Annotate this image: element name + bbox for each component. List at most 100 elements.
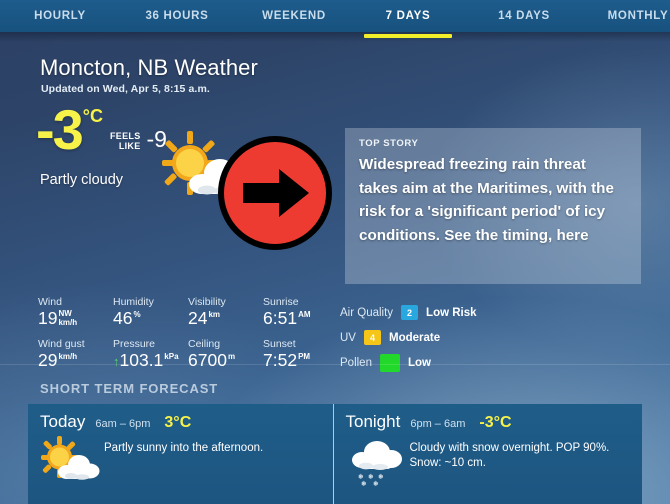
metric-sunrise-time: 6:51 [263,308,298,328]
short-term-forecast-cards: Today 6am – 6pm 3°C Partly sunny into th… [28,404,642,504]
feels-like-label: FEELS LIKE [110,131,141,151]
forecast-range-tabs[interactable]: HOURLY 36 HOURS WEEKEND 7 DAYS 14 DAYS M… [0,0,670,38]
metric-ceiling-number: 6700 [188,350,227,370]
metric-visibility-value: 24km [188,309,263,328]
forecast-today-temp: 3°C [164,414,192,431]
current-temperature-value: -3 [36,98,84,161]
metric-visibility-label: Visibility [188,296,226,308]
updated-timestamp: Updated on Wed, Apr 5, 8:15 a.m. [41,83,210,95]
metrics-row: Wind gust 29km/h Pressure ↑103.1kPa Ceil… [38,338,338,371]
forecast-today-range: 6am – 6pm [95,418,151,430]
metric-wind-gust-number: 29 [38,350,58,370]
metric-sunset: Sunset 7:52PM [263,338,338,371]
metric-sunset-time: 7:52 [263,350,298,370]
metric-ceiling-unit: m [227,352,236,361]
tab-hourly[interactable]: HOURLY [10,0,110,32]
current-conditions-section: Moncton, NB Weather Updated on Wed, Apr … [0,32,670,372]
metric-ceiling-label: Ceiling [188,338,221,350]
metric-wind: Wind 19NW km/h [38,296,113,328]
metric-wind-gust: Wind gust 29km/h [38,338,113,371]
svg-text:❅: ❅ [361,480,367,488]
forecast-card-today[interactable]: Today 6am – 6pm 3°C Partly sunny into th… [28,404,333,504]
tab-7-days[interactable]: 7 DAYS [358,0,458,38]
tab-weekend-label: WEEKEND [262,10,326,22]
metric-wind-value: 19NW km/h [38,309,113,328]
current-condition-text: Partly cloudy [40,172,124,188]
metric-pressure-unit: kPa [164,352,179,361]
tab-hourly-label: HOURLY [34,10,86,22]
tab-monthly[interactable]: MONTHLY [588,0,670,32]
weather-app-window: HOURLY 36 HOURS WEEKEND 7 DAYS 14 DAYS M… [0,0,670,504]
svg-text:❅: ❅ [378,473,384,481]
forecast-tonight-temp: -3°C [479,414,512,431]
metric-wind-number: 19 [38,308,58,328]
tab-14-days[interactable]: 14 DAYS [472,0,576,32]
forecast-card-body: Partly sunny into the afternoon. [40,434,323,490]
svg-text:❅: ❅ [373,480,379,488]
pollen-badge [379,353,400,372]
forecast-card-header: Today 6am – 6pm 3°C [40,412,323,432]
index-air-quality[interactable]: Air Quality 2 Low Risk [340,300,477,325]
metric-pressure-value: ↑103.1kPa [113,351,188,371]
current-metrics-grid: Wind 19NW km/h Humidity 46% Visibility 24… [38,296,338,381]
forecast-card-body: ❅ ❅ ❅ ❅ ❅ Cloudy with snow overnight. PO… [346,434,633,490]
feels-like-label-line1: FEELS [110,131,141,141]
metric-pressure-number: 103.1 [119,350,164,370]
index-pollen[interactable]: Pollen Low [340,350,477,375]
forecast-today-name: Today [40,412,86,431]
metric-visibility: Visibility 24km [188,296,263,328]
metrics-row: Wind 19NW km/h Humidity 46% Visibility 24… [38,296,338,328]
index-pollen-label: Pollen [340,356,372,369]
tab-7-days-label: 7 DAYS [385,10,431,22]
index-air-quality-label: Air Quality [340,306,394,319]
sun-behind-cloud-icon [41,436,100,480]
tab-weekend[interactable]: WEEKEND [240,0,348,32]
forecast-card-tonight[interactable]: Tonight 6pm – 6am -3°C ❅ ❅ ❅ ❅ ❅ Cloudy … [333,404,642,504]
metric-visibility-unit: km [208,310,221,319]
metric-sunrise-meridiem: AM [298,310,311,319]
top-story-label: TOP STORY [359,138,419,149]
tab-14-days-label: 14 DAYS [498,10,550,22]
metric-humidity-number: 46 [113,308,133,328]
metric-humidity-label: Humidity [113,296,154,308]
index-pollen-value: Low [407,356,431,369]
metric-humidity-value: 46% [113,309,188,328]
top-story-card[interactable]: TOP STORY Widespread freezing rain threa… [345,128,641,284]
top-story-headline[interactable]: Widespread freezing rain threat takes ai… [359,153,627,247]
metric-humidity-unit: % [133,310,141,319]
metric-wind-units: NW km/h [58,309,78,327]
cloud-with-snow-icon: ❅ ❅ ❅ ❅ ❅ [351,441,402,488]
metric-wind-gust-value: 29km/h [38,351,113,370]
forecast-card-header: Tonight 6pm – 6am -3°C [346,412,633,432]
index-uv[interactable]: UV 4 Moderate [340,325,477,350]
metric-ceiling-value: 6700m [188,351,263,370]
forecast-tonight-range: 6pm – 6am [410,418,466,430]
metric-ceiling: Ceiling 6700m [188,338,263,371]
index-uv-label: UV [340,331,356,344]
short-term-forecast-title: SHORT TERM FORECAST [40,381,219,396]
metric-wind-gust-label: Wind gust [38,338,85,350]
metric-visibility-number: 24 [188,308,208,328]
uv-badge: 4 [363,330,381,345]
metric-sunrise: Sunrise 6:51AM [263,296,338,328]
sun-behind-cloud-icon [162,131,250,195]
tab-monthly-label: MONTHLY [607,10,669,22]
metric-sunset-label: Sunset [263,338,296,350]
tab-36-hours-label: 36 HOURS [145,10,209,22]
metric-sunset-value: 7:52PM [263,351,338,370]
index-uv-value: Moderate [388,331,441,344]
metric-pressure: Pressure ↑103.1kPa [113,338,188,371]
metric-wind-gust-unit: km/h [58,352,78,361]
page-title: Moncton, NB Weather [40,55,258,80]
forecast-today-description: Partly sunny into the afternoon. [104,442,264,454]
metric-sunrise-label: Sunrise [263,296,299,308]
metric-sunset-meridiem: PM [298,352,311,361]
forecast-tonight-description: Cloudy with snow overnight. POP 90%. Sno… [409,442,610,469]
tab-36-hours[interactable]: 36 HOURS [122,0,232,32]
metric-humidity: Humidity 46% [113,296,188,328]
metric-pressure-label: Pressure [113,338,156,350]
metric-wind-speed-unit: km/h [58,317,78,327]
air-quality-badge: 2 [401,305,419,320]
metric-wind-label: Wind [38,296,62,308]
temperature-unit: °C [82,106,103,126]
